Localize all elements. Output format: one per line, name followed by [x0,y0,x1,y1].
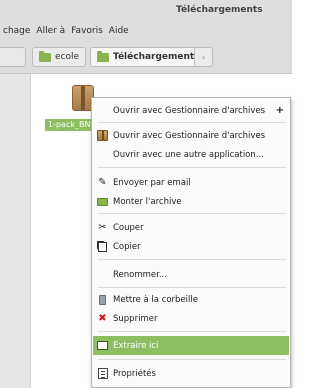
menu-item-mount-archive[interactable]: Monter l'archive [93,192,289,211]
menu-item-label: Ouvrir avec Gestionnaire d'archives [113,105,266,116]
menu-item-properties[interactable]: Propriétés [93,364,289,383]
menu-item-rename[interactable]: Renommer... [93,265,289,284]
menu-item-delete[interactable]: ✖ Supprimer [93,309,289,328]
menu-item-label: Couper [113,222,144,233]
menu-item-label: Renommer... [113,269,167,280]
menu-bar: chage Aller à Favoris Aide [0,20,292,42]
menu-item-open-with-archive-manager-submenu[interactable]: Ouvrir avec Gestionnaire d'archives + [93,101,289,120]
menu-separator [98,331,286,332]
menu-item-label: Envoyer par email [113,177,191,188]
menu-item-label: Ouvrir avec une autre application... [113,149,264,160]
window-title: Téléchargements [176,5,263,15]
menu-item-open-with-other-app[interactable]: Ouvrir avec une autre application... [93,145,289,164]
drive-icon [97,196,108,207]
extract-icon [97,340,108,351]
properties-icon [97,368,108,379]
menu-item-label: Supprimer [113,313,158,324]
menu-aller-a[interactable]: Aller à [36,26,65,36]
menu-item-label: Copier [113,241,141,252]
menu-separator [98,359,286,360]
folder-icon [39,50,51,62]
menu-item-open-with-archive-manager[interactable]: Ouvrir avec Gestionnaire d'archives [93,126,289,145]
menu-item-label: Extraire ici [113,340,159,351]
menu-separator [98,213,286,214]
path-bar: ecole Téléchargements › [0,42,292,74]
menu-favoris[interactable]: Favoris [71,26,103,36]
title-bar: Téléchargements [0,0,292,20]
menu-item-move-to-trash[interactable]: Mettre à la corbeille [93,290,289,309]
menu-item-copy[interactable]: Copier [93,237,289,256]
breadcrumb-previous[interactable] [0,47,26,67]
breadcrumb-telechargements-label: Téléchargements [113,52,200,62]
menu-item-label: Monter l'archive [113,196,182,207]
chevron-right-icon: › [202,52,206,62]
breadcrumb-ecole-label: ecole [55,52,80,62]
menu-item-send-by-email[interactable]: ✎ Envoyer par email [93,173,289,192]
menu-item-extract-here[interactable]: Extraire ici [93,336,289,355]
menu-item-cut[interactable]: ✂ Couper [93,218,289,237]
breadcrumb-ecole[interactable]: ecole [32,47,87,67]
breadcrumb-next-button[interactable]: › [194,47,214,67]
menu-affichage[interactable]: chage [3,26,30,36]
plus-icon: + [275,105,284,116]
archive-icon [97,130,108,141]
context-menu: Ouvrir avec Gestionnaire d'archives + Ou… [91,97,291,388]
menu-item-label: Mettre à la corbeille [113,294,198,305]
sidebar [0,74,31,388]
menu-separator [98,259,286,260]
file-label[interactable]: 1-pack_BN [45,119,94,131]
menu-aide[interactable]: Aide [109,26,129,36]
menu-separator [98,167,286,168]
menu-separator [98,122,286,123]
trash-icon [97,294,108,305]
menu-separator [98,287,286,288]
menu-item-label: Propriétés [113,368,156,379]
delete-icon: ✖ [98,312,107,324]
menu-item-label: Ouvrir avec Gestionnaire d'archives [113,130,266,141]
attachment-icon: ✎ [98,176,107,188]
breadcrumb-telechargements[interactable]: Téléchargements [90,47,207,67]
downloads-folder-icon [97,50,109,62]
copy-icon [97,241,108,252]
scissors-icon: ✂ [98,221,107,233]
